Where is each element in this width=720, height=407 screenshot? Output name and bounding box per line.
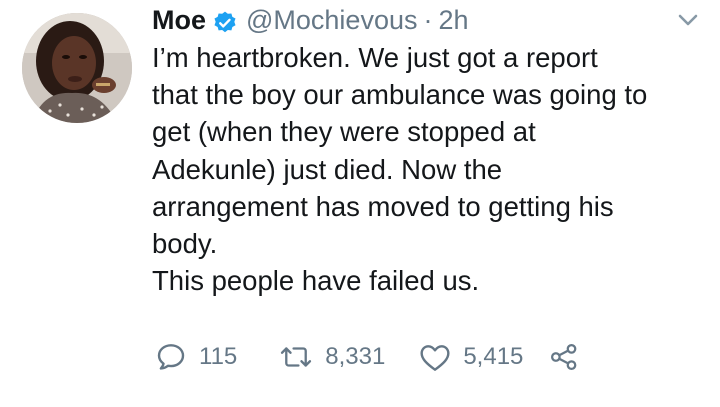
reply-count: 115 bbox=[199, 343, 238, 370]
tweet-timestamp[interactable]: 2h bbox=[438, 0, 468, 40]
author-handle[interactable]: @Mochievous bbox=[246, 0, 417, 40]
tweet-text-line: that the boy our ambulance was going to bbox=[152, 79, 648, 111]
retweet-icon bbox=[281, 347, 312, 367]
tweet-card[interactable]: Moe @Mochievous · 2h I’m heartbroken. We… bbox=[0, 0, 720, 407]
tweet-text-line: get (when they were stopped at bbox=[152, 116, 536, 148]
author-name[interactable]: Moe bbox=[152, 0, 206, 40]
chevron-down-icon[interactable] bbox=[674, 10, 702, 30]
tweet-actions: 115 8,331 5,415 bbox=[155, 337, 579, 377]
retweet-button[interactable]: 8,331 bbox=[279, 342, 385, 372]
tweet-header: Moe @Mochievous · 2h bbox=[152, 0, 469, 40]
tweet-text-line: I’m heartbroken. We just got a report bbox=[152, 42, 598, 73]
like-button[interactable]: 5,415 bbox=[419, 342, 523, 372]
like-count: 5,415 bbox=[463, 343, 524, 370]
verified-badge-icon bbox=[212, 7, 238, 33]
heart-icon bbox=[420, 345, 450, 371]
reply-button[interactable]: 115 bbox=[155, 341, 237, 373]
retweet-count: 8,331 bbox=[325, 343, 386, 370]
reply-icon bbox=[157, 344, 185, 370]
avatar[interactable] bbox=[22, 13, 132, 123]
share-button[interactable] bbox=[549, 342, 579, 372]
tweet-text-line: This people have failed us. bbox=[152, 265, 480, 297]
share-icon bbox=[551, 344, 577, 370]
tweet-text-line: body. bbox=[152, 228, 218, 260]
tweet-text: I’m heartbroken. We just got a report th… bbox=[152, 39, 702, 299]
tweet-text-line: arrangement has moved to getting his bbox=[152, 190, 614, 222]
header-separator: · bbox=[423, 5, 433, 35]
avatar-image bbox=[22, 13, 132, 123]
tweet-text-line: Adekunle) just died. Now the bbox=[152, 153, 503, 185]
